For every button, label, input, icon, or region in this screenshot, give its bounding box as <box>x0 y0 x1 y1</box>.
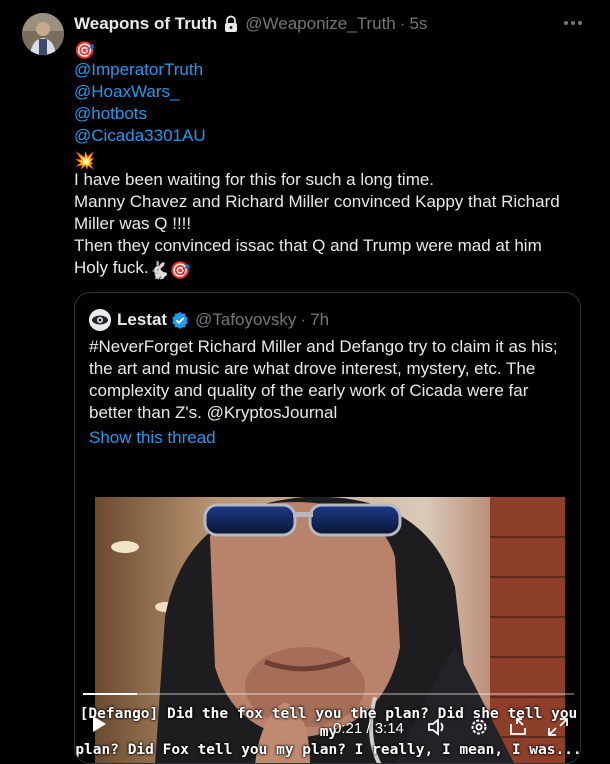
video-player[interactable]: [Defango] Did the fox tell you the plan?… <box>75 467 581 763</box>
quote-header: Lestat @Tafoyovsky · 7h <box>89 309 329 331</box>
quote-text-line: #NeverForget Richard Miller and Defango … <box>89 337 558 356</box>
tweet-text-line: Miller was Q !!!! <box>74 214 192 233</box>
quote-avatar[interactable] <box>89 309 111 331</box>
caption-line: [Defango] Did the fox tell you the plan?… <box>79 706 578 740</box>
emoji-line: 🎯 <box>74 37 584 60</box>
emoji-line: 💥 <box>74 147 584 170</box>
tweet-text-line: I have been waiting for this for such a … <box>74 170 435 189</box>
tweet-text-line: Manny Chavez and Richard Miller convince… <box>74 192 560 211</box>
separator-dot: · <box>300 310 307 329</box>
video-time: 0:21 / 3:14 <box>333 720 404 737</box>
rabbit-target-emoji: 🐇🎯 <box>148 261 191 280</box>
author-handle[interactable]: @Weaponize_Truth <box>245 14 396 34</box>
more-icon[interactable] <box>562 12 584 34</box>
quote-author-handle[interactable]: @Tafoyovsky <box>195 310 296 330</box>
quote-text-line: complexity and quality of the early work… <box>89 381 529 400</box>
quote-text: #NeverForget Richard Miller and Defango … <box>89 336 579 424</box>
lock-icon <box>225 15 238 32</box>
tweet-text: 🎯 @ImperatorTruth @HoaxWars_ @hotbots @C… <box>74 37 584 280</box>
video-caption: [Defango] Did the fox tell you the plan?… <box>75 705 581 759</box>
quote-text-line: the art and music are what drove interes… <box>89 359 536 378</box>
mention-link[interactable]: @hotbots <box>74 104 147 123</box>
separator-dot: · <box>399 14 406 33</box>
author-avatar[interactable] <box>22 13 64 55</box>
tweet-text-line: Holy fuck. <box>74 258 149 277</box>
volume-icon[interactable] <box>427 717 449 737</box>
mention-link[interactable]: @HoaxWars_ <box>74 82 179 101</box>
video-progress-bar[interactable] <box>83 693 574 695</box>
play-icon[interactable] <box>91 715 107 733</box>
tweet-text-line: Then they convinced issac that Q and Tru… <box>74 236 542 255</box>
tweet-header: Weapons of Truth @Weaponize_Truth · 5s <box>74 13 590 35</box>
show-thread-link[interactable]: Show this thread <box>89 428 216 448</box>
quoted-tweet[interactable]: Lestat @Tafoyovsky · 7h #NeverForget Ric… <box>74 292 581 764</box>
mention-link[interactable]: @ImperatorTruth <box>74 60 203 79</box>
pip-icon[interactable] <box>508 717 530 737</box>
caption-line: plan? Did Fox tell you my plan? I really… <box>75 742 581 758</box>
verified-icon <box>172 311 188 329</box>
video-progress-fill <box>83 693 137 695</box>
author-name[interactable]: Weapons of Truth <box>74 14 217 34</box>
tweet-time[interactable]: 5s <box>409 14 427 34</box>
fullscreen-icon[interactable] <box>547 717 569 737</box>
quote-time[interactable]: 7h <box>310 310 329 330</box>
quote-text-line: better than Z's. @KryptosJournal <box>89 403 338 422</box>
settings-icon[interactable] <box>468 717 490 737</box>
quote-author-name[interactable]: Lestat <box>117 310 167 330</box>
mention-link[interactable]: @Cicada3301AU <box>74 126 206 145</box>
